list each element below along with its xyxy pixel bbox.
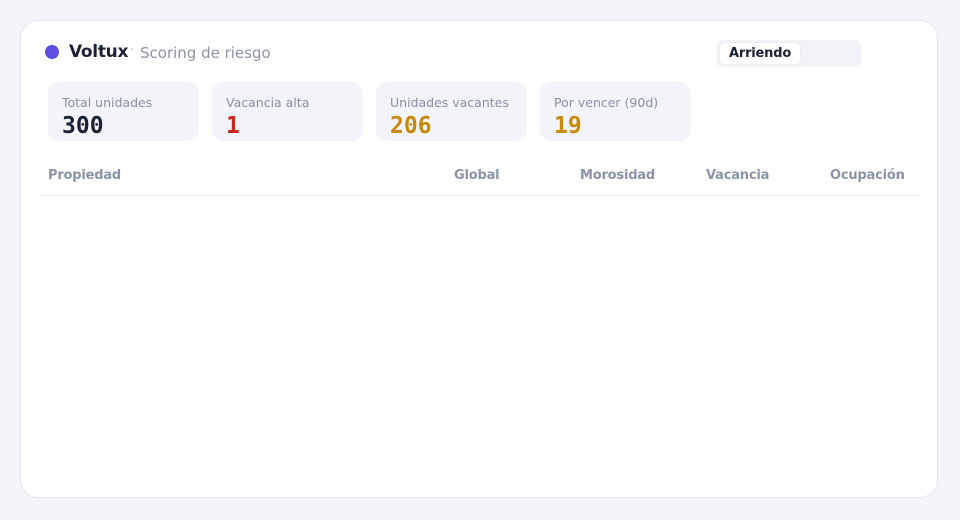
kpi-total-unidades: Total unidades 300 — [48, 82, 199, 141]
brand-name: Voltux — [69, 42, 129, 62]
kpi-label: Unidades vacantes — [390, 95, 509, 110]
segment-arriendo[interactable]: Arriendo — [720, 43, 801, 64]
mode-segmented-control: Arriendo — [716, 40, 861, 67]
kpi-unidades-vacantes: Unidades vacantes 206 — [376, 82, 527, 141]
title-separator: · — [130, 43, 135, 58]
risk-scoring-card: Voltux · Scoring de riesgo Arriendo Tota… — [20, 20, 938, 498]
column-header-global[interactable]: Global — [454, 168, 500, 183]
kpi-value: 300 — [62, 113, 104, 139]
page-subtitle: Scoring de riesgo — [140, 44, 271, 62]
kpi-label: Por vencer (90d) — [554, 95, 659, 110]
kpi-vacancia-alta: Vacancia alta 1 — [212, 82, 363, 141]
kpi-value: 19 — [554, 113, 582, 139]
kpi-value: 206 — [390, 113, 432, 139]
kpi-por-vencer: Por vencer (90d) 19 — [540, 82, 691, 141]
kpi-value: 1 — [226, 113, 240, 139]
brand-dot-icon — [45, 45, 59, 59]
column-header-morosidad[interactable]: Morosidad — [580, 168, 655, 183]
table-header: Propiedad Global Morosidad Vacancia Ocup… — [40, 161, 920, 196]
column-header-ocupacion[interactable]: Ocupación — [830, 168, 905, 183]
column-header-propiedad[interactable]: Propiedad — [48, 168, 121, 183]
kpi-label: Vacancia alta — [226, 95, 310, 110]
kpi-label: Total unidades — [62, 95, 153, 110]
column-header-vacancia[interactable]: Vacancia — [706, 168, 769, 183]
